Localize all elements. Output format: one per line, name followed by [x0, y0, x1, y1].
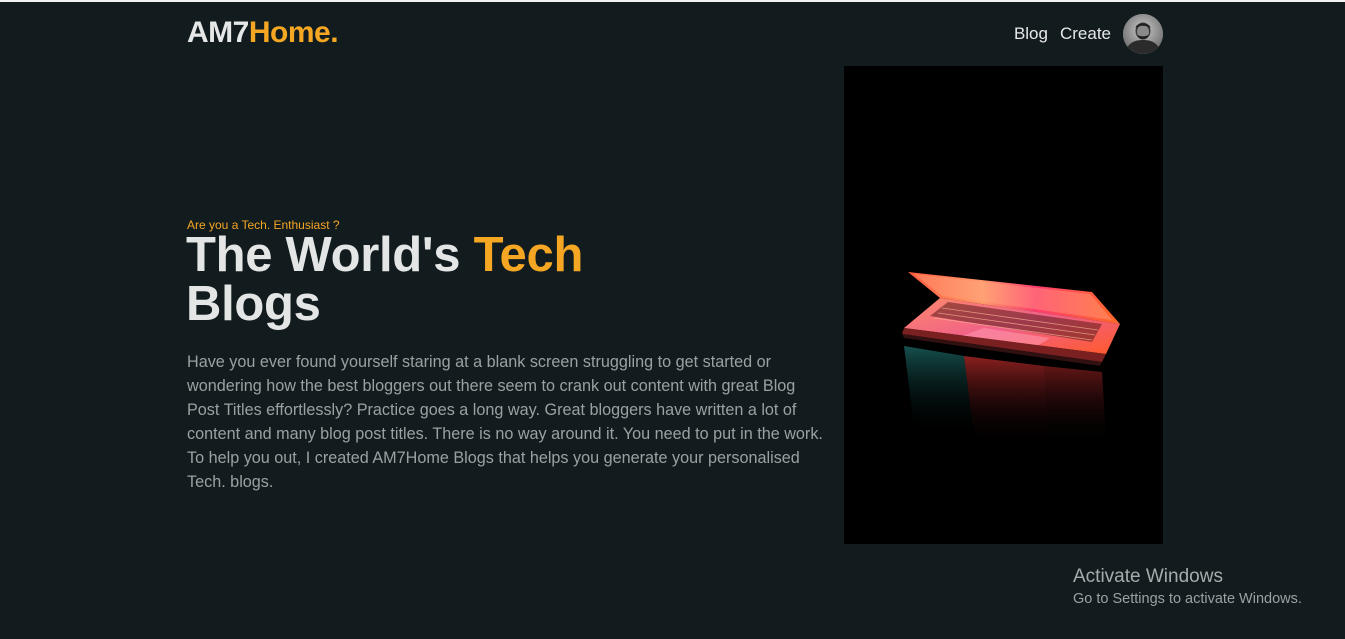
headline-part-2: Blogs — [186, 277, 321, 331]
main-nav: Blog Create — [1014, 14, 1163, 54]
page: AM7Home. Blog Create Are you a Tech. Ent… — [0, 0, 1345, 639]
watermark-subtitle: Go to Settings to activate Windows. — [1073, 591, 1302, 607]
headline-accent: Tech — [473, 228, 584, 282]
user-avatar[interactable] — [1123, 14, 1163, 54]
avatar-person-icon — [1123, 14, 1163, 54]
hero-headline: The World's Tech Blogs — [186, 231, 583, 329]
nav-link-create[interactable]: Create — [1060, 24, 1111, 44]
watermark-title: Activate Windows — [1073, 566, 1223, 587]
hero-laptop-image — [844, 66, 1163, 544]
windows-activation-watermark: Activate Windows Go to Settings to activ… — [1073, 566, 1302, 609]
headline-part-1: The World's — [186, 228, 474, 282]
site-logo[interactable]: AM7Home. — [187, 16, 339, 50]
hero-description: Have you ever found yourself staring at … — [187, 353, 823, 491]
logo-main-text: AM7 — [187, 16, 249, 49]
laptop-photo-icon — [844, 66, 1163, 544]
window-top-border — [0, 0, 1345, 2]
nav-link-blog[interactable]: Blog — [1014, 24, 1048, 44]
logo-accent-text: Home. — [248, 16, 339, 49]
